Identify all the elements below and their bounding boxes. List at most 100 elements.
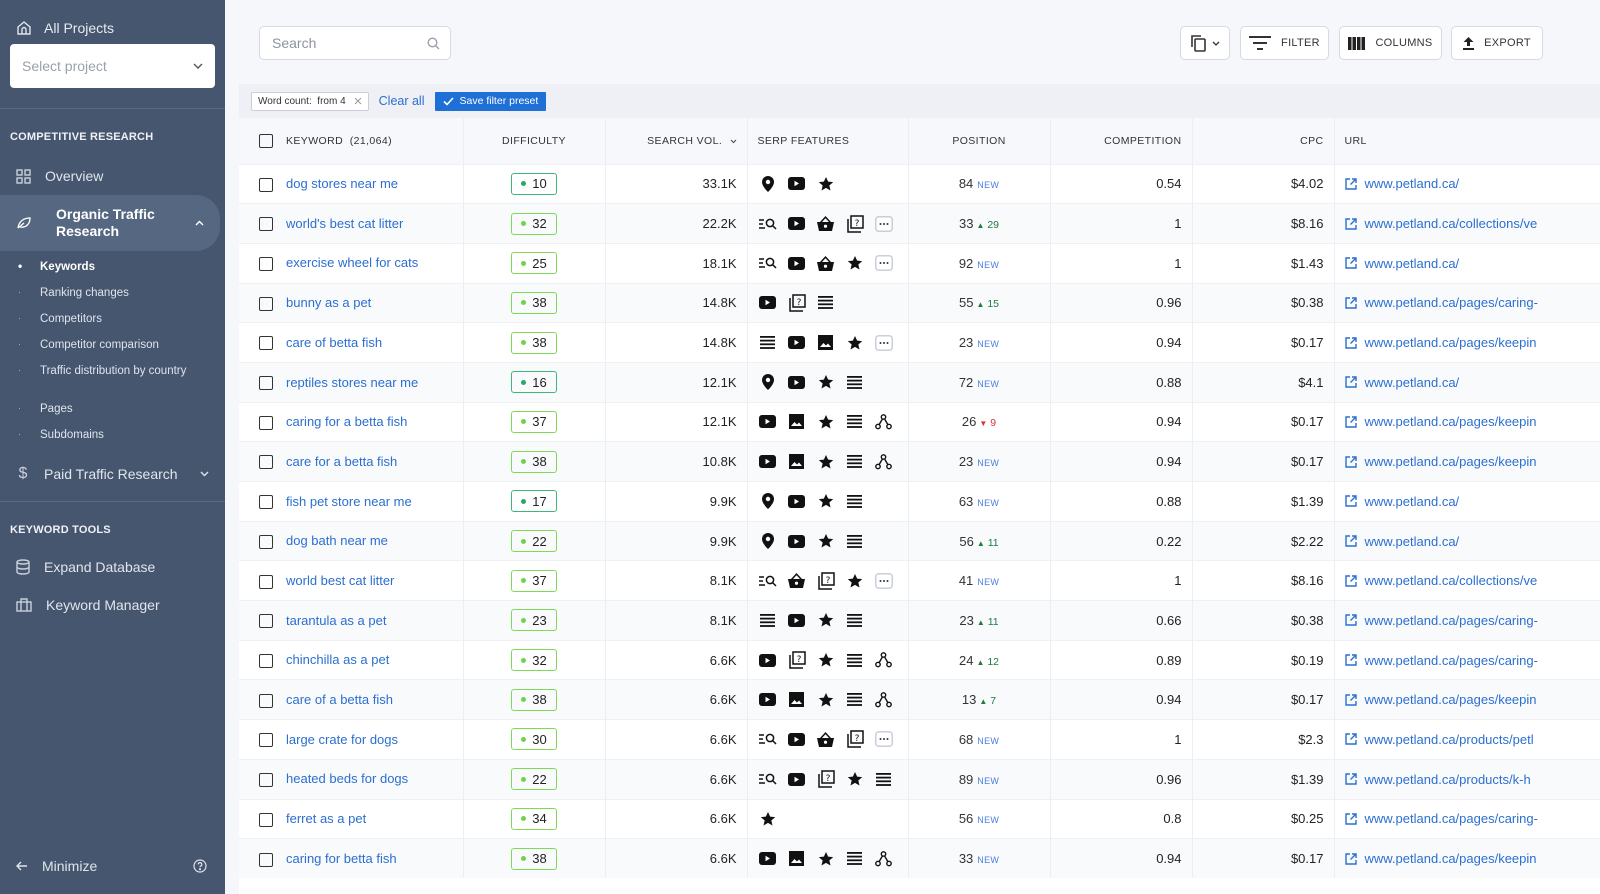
minimize-button[interactable]: Minimize	[16, 858, 97, 874]
header-cpc[interactable]: CPC	[1192, 118, 1335, 164]
table-row[interactable]: ferret as a pet 34 6.6K 56 NEW 0.8 $0.25 www.pe…	[239, 798, 1600, 839]
url-link[interactable]: www.petland.ca/collections/ve	[1344, 573, 1600, 588]
url-link[interactable]: www.petland.ca/	[1344, 534, 1600, 549]
keyword-link[interactable]: exercise wheel for cats	[286, 255, 418, 270]
filter-button[interactable]: FILTER	[1240, 26, 1329, 60]
sidebar-subitem[interactable]: · Traffic distribution by country	[0, 363, 225, 401]
keyword-link[interactable]: reptiles stores near me	[286, 375, 418, 390]
keyword-link[interactable]: heated beds for dogs	[286, 771, 408, 786]
url-link[interactable]: www.petland.ca/pages/keepin	[1344, 692, 1600, 707]
select-project-dropdown[interactable]: Select project	[10, 44, 215, 88]
keyword-link[interactable]: tarantula as a pet	[286, 613, 386, 628]
more-icon[interactable]	[874, 572, 894, 590]
keyword-link[interactable]: caring for a betta fish	[286, 414, 407, 429]
row-checkbox[interactable]	[259, 812, 273, 827]
more-icon[interactable]	[874, 334, 894, 352]
keyword-link[interactable]: chinchilla as a pet	[286, 652, 389, 667]
url-link[interactable]: www.petland.ca/pages/caring-	[1344, 653, 1600, 668]
url-link[interactable]: www.petland.ca/pages/caring-	[1344, 613, 1600, 628]
row-checkbox[interactable]	[259, 495, 273, 510]
select-all-checkbox[interactable]	[259, 133, 273, 148]
keyword-link[interactable]: fish pet store near me	[286, 494, 412, 509]
url-link[interactable]: www.petland.ca/pages/keepin	[1344, 414, 1600, 429]
keyword-link[interactable]: world's best cat litter	[286, 216, 403, 231]
url-link[interactable]: www.petland.ca/	[1344, 176, 1600, 191]
sidebar-item-expand-database[interactable]: Expand Database	[0, 548, 225, 586]
more-icon[interactable]	[874, 730, 894, 748]
row-checkbox[interactable]	[259, 614, 273, 629]
url-link[interactable]: www.petland.ca/pages/keepin	[1344, 335, 1600, 350]
more-icon[interactable]	[874, 215, 894, 233]
url-link[interactable]: www.petland.ca/	[1344, 375, 1600, 390]
row-checkbox[interactable]	[259, 415, 273, 430]
header-competition[interactable]: COMPETITION	[1050, 118, 1193, 164]
row-checkbox[interactable]	[259, 455, 273, 470]
search-input[interactable]: Search	[259, 26, 451, 60]
table-row[interactable]: bunny as a pet 38 14.8K? 55 ▲ 15 0.96 $0.38 www…	[239, 282, 1600, 323]
table-row[interactable]: dog bath near me 22 9.9K 56 ▲ 11 0.22 $2.22 www…	[239, 520, 1600, 561]
table-row[interactable]: fish pet store near me 17 9.9K 63 NEW 0.88 $1.…	[239, 481, 1600, 522]
row-checkbox[interactable]	[259, 296, 273, 311]
columns-button[interactable]: COLUMNS	[1339, 26, 1442, 60]
table-row[interactable]: chinchilla as a pet 32 6.6K? 24 ▲ 12 0.89 $0.1…	[239, 639, 1600, 680]
keyword-link[interactable]: large crate for dogs	[286, 732, 398, 747]
url-link[interactable]: www.petland.ca/	[1344, 494, 1600, 509]
table-row[interactable]: large crate for dogs 30 6.6K? 68 NEW 1 $2.3 www…	[239, 719, 1600, 760]
header-position[interactable]: POSITION	[908, 118, 1051, 164]
close-icon[interactable]	[354, 97, 362, 105]
filter-chip-word-count[interactable]: Word count: from 4	[251, 91, 369, 111]
sidebar-item-overview[interactable]: Overview	[0, 157, 225, 195]
url-link[interactable]: www.petland.ca/	[1344, 256, 1600, 271]
copy-dropdown-button[interactable]	[1180, 26, 1230, 60]
keyword-link[interactable]: care of a betta fish	[286, 692, 393, 707]
table-row[interactable]: care of a betta fish 38 6.6K 13 ▲ 7 0.94 $0.17…	[239, 679, 1600, 720]
row-checkbox[interactable]	[259, 217, 273, 232]
table-row[interactable]: world's best cat litter 32 22.2K? 33 ▲ 29 1 $8…	[239, 203, 1600, 244]
row-checkbox[interactable]	[259, 574, 273, 589]
clear-all-link[interactable]: Clear all	[379, 94, 425, 108]
sidebar-subitem[interactable]: · Competitor comparison	[0, 337, 225, 363]
table-row[interactable]: world best cat litter 37 8.1K? 41 NEW 1 $8.16 w…	[239, 560, 1600, 601]
keyword-link[interactable]: dog stores near me	[286, 176, 398, 191]
table-row[interactable]: reptiles stores near me 16 12.1K 72 NEW 0.88 $…	[239, 361, 1600, 403]
sidebar-item-organic-traffic[interactable]: Organic Traffic Research	[0, 195, 220, 251]
keyword-link[interactable]: caring for betta fish	[286, 851, 397, 866]
url-link[interactable]: www.petland.ca/products/k-h	[1344, 772, 1600, 787]
table-row[interactable]: tarantula as a pet 23 8.1K 23 ▲ 11 0.66 $0.38 w…	[239, 600, 1600, 641]
more-icon[interactable]	[874, 254, 894, 272]
sidebar-subitem[interactable]: · Pages	[0, 401, 225, 427]
all-projects-link[interactable]: All Projects	[0, 0, 225, 40]
row-checkbox[interactable]	[259, 376, 273, 391]
sidebar-subitem[interactable]: • Keywords	[0, 259, 225, 285]
keyword-link[interactable]: dog bath near me	[286, 533, 388, 548]
url-link[interactable]: www.petland.ca/pages/caring-	[1344, 295, 1600, 310]
keyword-link[interactable]: ferret as a pet	[286, 811, 366, 826]
keyword-link[interactable]: world best cat litter	[286, 573, 394, 588]
table-row[interactable]: caring for a betta fish 37 12.1K 26 ▼ 9 0.94 $…	[239, 401, 1600, 442]
help-icon[interactable]	[193, 859, 207, 873]
export-button[interactable]: EXPORT	[1451, 26, 1543, 60]
row-checkbox[interactable]	[259, 653, 273, 668]
table-row[interactable]: care for a betta fish 38 10.8K 23 NEW 0.94 $0.…	[239, 441, 1600, 482]
keyword-link[interactable]: bunny as a pet	[286, 295, 371, 310]
sidebar-subitem[interactable]: · Competitors	[0, 311, 225, 337]
row-checkbox[interactable]	[259, 336, 273, 351]
header-keyword[interactable]: KEYWORD (21,064)	[239, 118, 464, 164]
header-url[interactable]: URL	[1334, 118, 1600, 164]
save-filter-preset-button[interactable]: Save filter preset	[434, 91, 547, 111]
url-link[interactable]: www.petland.ca/collections/ve	[1344, 216, 1600, 231]
header-difficulty[interactable]: DIFFICULTY	[463, 118, 606, 164]
url-link[interactable]: www.petland.ca/pages/keepin	[1344, 851, 1600, 866]
row-checkbox[interactable]	[259, 772, 273, 787]
row-checkbox[interactable]	[259, 534, 273, 549]
table-row[interactable]: exercise wheel for cats 25 18.1K 92 NEW 1 $1.4…	[239, 242, 1600, 284]
table-row[interactable]: care of betta fish 38 14.8K 23 NEW 0.94 $0.17 w…	[239, 322, 1600, 363]
row-checkbox[interactable]	[259, 733, 273, 748]
url-link[interactable]: www.petland.ca/products/petl	[1344, 732, 1600, 747]
row-checkbox[interactable]	[259, 852, 273, 867]
header-serp-features[interactable]: SERP FEATURES	[747, 118, 909, 164]
sidebar-subitem[interactable]: · Subdomains	[0, 427, 225, 453]
url-link[interactable]: www.petland.ca/pages/caring-	[1344, 811, 1600, 826]
table-row[interactable]: dog stores near me 10 33.1K 84 NEW 0.54 $4.02 w…	[239, 163, 1600, 204]
row-checkbox[interactable]	[259, 177, 273, 192]
